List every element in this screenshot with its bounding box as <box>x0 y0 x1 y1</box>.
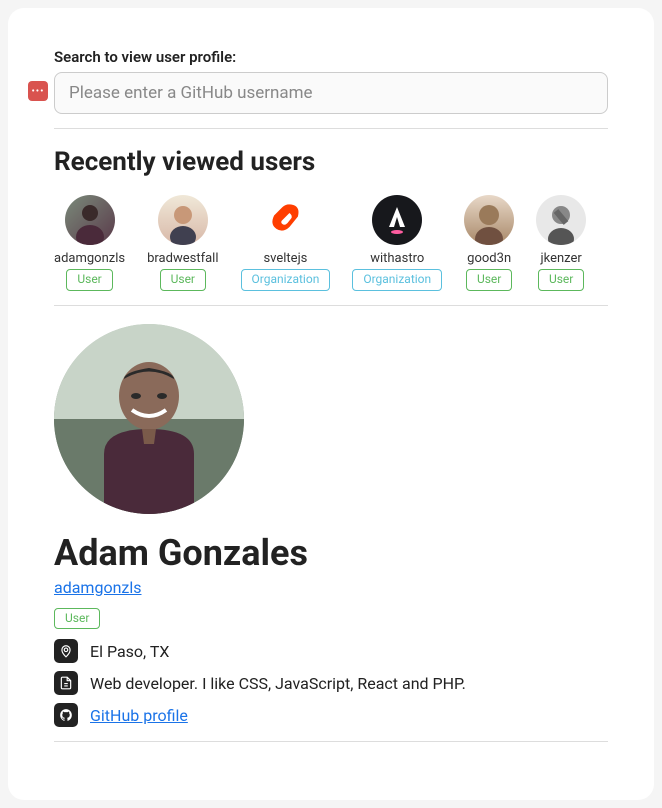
recent-item-jkenzer[interactable]: jkenzer User <box>536 195 586 291</box>
avatar <box>65 195 115 245</box>
avatar <box>260 195 310 245</box>
password-manager-icon[interactable]: ••• <box>28 81 48 101</box>
profile-name: Adam Gonzales <box>54 532 608 574</box>
recent-item-adamgonzls[interactable]: adamgonzls User <box>54 195 125 291</box>
divider <box>54 305 608 306</box>
recent-item-withastro[interactable]: withastro Organization <box>352 195 442 291</box>
profile-type-badge: User <box>54 608 100 630</box>
type-badge: User <box>66 269 112 291</box>
recent-item-bradwestfall[interactable]: bradwestfall User <box>147 195 218 291</box>
page-container: ••• Search to view user profile: Recentl… <box>8 8 654 800</box>
type-badge: User <box>538 269 584 291</box>
recent-username: good3n <box>467 251 511 266</box>
divider <box>54 128 608 129</box>
recent-item-sveltejs[interactable]: sveltejs Organization <box>241 195 331 291</box>
recent-username: adamgonzls <box>54 251 125 266</box>
recent-users-row: adamgonzls User bradwestfall User svelte… <box>54 195 608 291</box>
avatar <box>372 195 422 245</box>
type-badge: Organization <box>352 269 442 291</box>
profile-type-row: User <box>54 607 608 630</box>
divider <box>54 741 608 742</box>
avatar <box>536 195 586 245</box>
search-label: Search to view user profile: <box>54 48 608 66</box>
bio-icon <box>54 671 78 695</box>
recent-username: jkenzer <box>541 251 582 266</box>
bio-row: Web developer. I like CSS, JavaScript, R… <box>54 671 608 695</box>
github-icon <box>54 703 78 727</box>
recent-username: withastro <box>370 251 424 266</box>
profile-avatar <box>54 324 244 514</box>
github-link-row: GitHub profile <box>54 703 608 727</box>
location-text: El Paso, TX <box>90 642 169 661</box>
bio-text: Web developer. I like CSS, JavaScript, R… <box>90 674 466 693</box>
github-profile-link[interactable]: GitHub profile <box>90 706 188 725</box>
recent-title: Recently viewed users <box>54 147 608 177</box>
type-badge: User <box>466 269 512 291</box>
recent-username: sveltejs <box>263 251 307 266</box>
location-row: El Paso, TX <box>54 639 608 663</box>
avatar <box>464 195 514 245</box>
location-icon <box>54 639 78 663</box>
search-input[interactable] <box>54 72 608 114</box>
type-badge: User <box>160 269 206 291</box>
profile-section: Adam Gonzales adamgonzls User El Paso, T… <box>54 324 608 743</box>
profile-username-link[interactable]: adamgonzls <box>54 578 142 597</box>
recent-username: bradwestfall <box>147 251 218 266</box>
recent-item-good3n[interactable]: good3n User <box>464 195 514 291</box>
type-badge: Organization <box>241 269 331 291</box>
avatar <box>158 195 208 245</box>
